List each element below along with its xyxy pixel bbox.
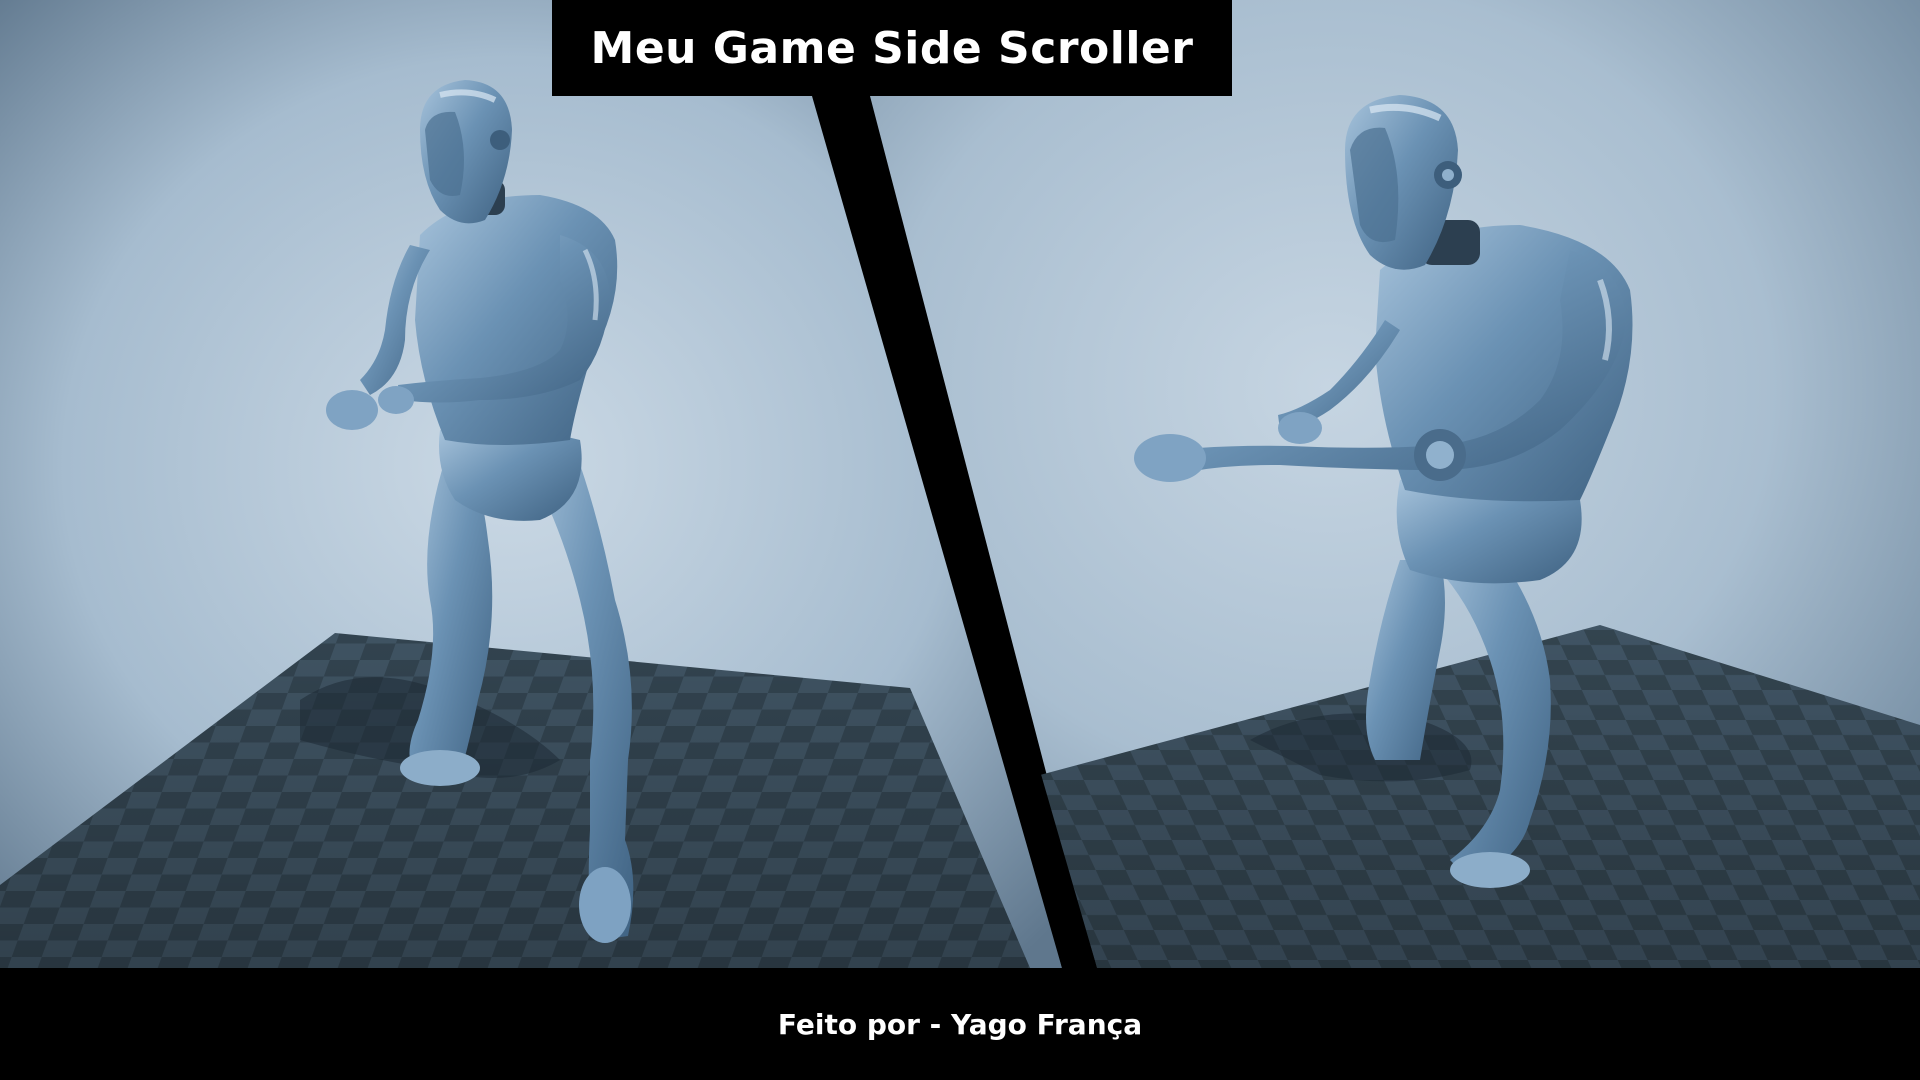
title-banner: Meu Game Side Scroller bbox=[552, 0, 1232, 96]
footer-bar: Feito por - Yago França bbox=[0, 968, 1920, 1080]
game-title: Meu Game Side Scroller bbox=[590, 22, 1194, 74]
game-viewport bbox=[0, 0, 1920, 968]
credit-text: Feito por - Yago França bbox=[777, 1007, 1143, 1041]
